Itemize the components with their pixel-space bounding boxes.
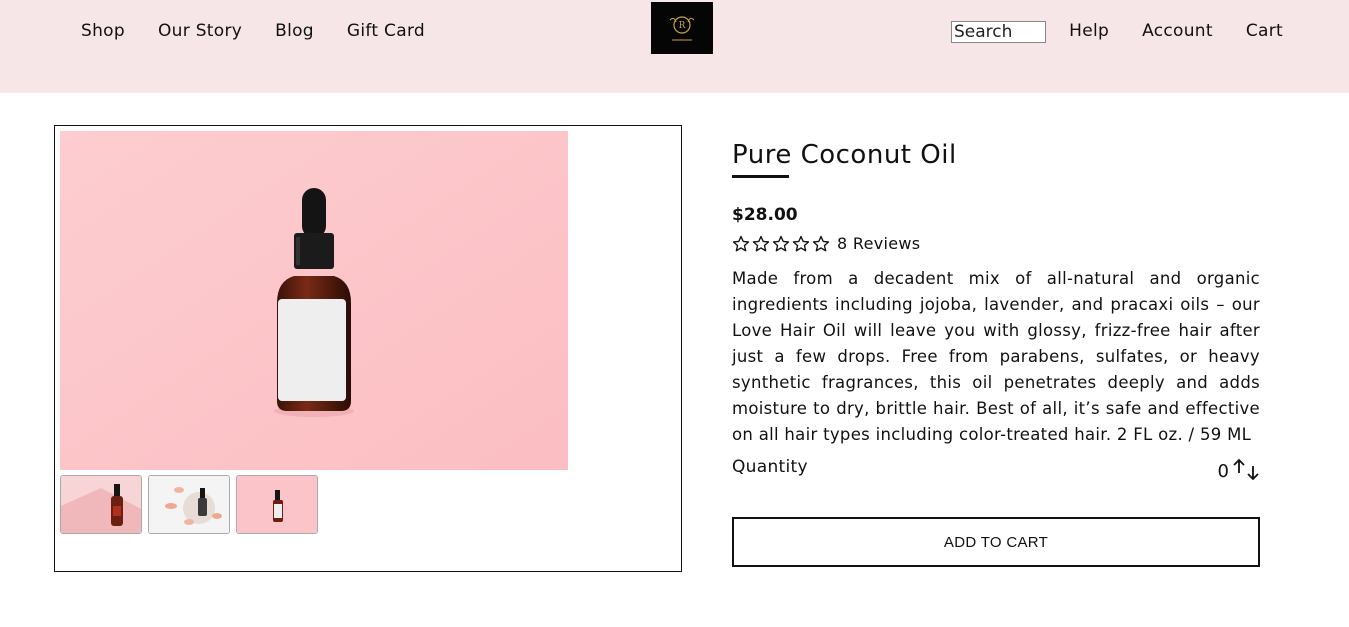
account-nav: Help Account Cart xyxy=(1036,21,1283,41)
logo-emblem-icon: R xyxy=(669,16,695,41)
nav-blog[interactable]: Blog xyxy=(275,21,314,41)
nav-help[interactable]: Help xyxy=(1069,21,1109,41)
nav-shop[interactable]: Shop xyxy=(81,21,125,41)
nav-account[interactable]: Account xyxy=(1142,21,1213,41)
product-details: Pure Coconut Oil $28.00 8 Reviews Made f… xyxy=(732,140,1260,567)
star-icon[interactable] xyxy=(792,235,810,253)
nav-our-story[interactable]: Our Story xyxy=(158,21,242,41)
main-nav: Shop Our Story Blog Gift Card xyxy=(81,21,458,41)
product-title: Pure Coconut Oil xyxy=(732,140,957,170)
thumbnail-bottle-image xyxy=(61,476,141,533)
thumbnail-pink-bottle-image xyxy=(237,476,317,533)
rating-row: 8 Reviews xyxy=(732,234,920,253)
arrow-down-icon[interactable] xyxy=(1246,464,1260,482)
reviews-link[interactable]: 8 Reviews xyxy=(837,234,920,253)
star-icon[interactable] xyxy=(732,235,750,253)
search-input[interactable] xyxy=(951,21,1046,43)
star-rating[interactable] xyxy=(732,235,830,253)
serum-bottle-image xyxy=(60,131,568,470)
star-icon[interactable] xyxy=(772,235,790,253)
nav-gift-card[interactable]: Gift Card xyxy=(347,21,425,41)
title-underline xyxy=(732,175,789,178)
quantity-stepper: 0 xyxy=(1218,458,1260,482)
thumbnail-3[interactable] xyxy=(236,475,318,534)
nav-cart[interactable]: Cart xyxy=(1246,21,1283,41)
thumbnail-1[interactable] xyxy=(60,475,142,534)
brand-logo[interactable]: R xyxy=(651,2,713,54)
thumbnail-petals-image xyxy=(149,476,229,533)
product-main-image[interactable] xyxy=(60,131,568,470)
thumbnail-strip xyxy=(60,475,318,534)
star-icon[interactable] xyxy=(812,235,830,253)
quantity-label: Quantity xyxy=(732,457,808,477)
site-header: Shop Our Story Blog Gift Card R Help Acc… xyxy=(0,0,1349,93)
product-gallery xyxy=(54,125,682,572)
arrow-up-icon[interactable] xyxy=(1232,458,1246,476)
product-description: Made from a decadent mix of all-natural … xyxy=(732,269,1260,444)
star-icon[interactable] xyxy=(752,235,770,253)
add-to-cart-button[interactable]: ADD TO CART xyxy=(732,517,1260,567)
product-price: $28.00 xyxy=(732,205,798,225)
quantity-value: 0 xyxy=(1217,461,1229,482)
svg-text:R: R xyxy=(679,21,686,31)
thumbnail-2[interactable] xyxy=(148,475,230,534)
